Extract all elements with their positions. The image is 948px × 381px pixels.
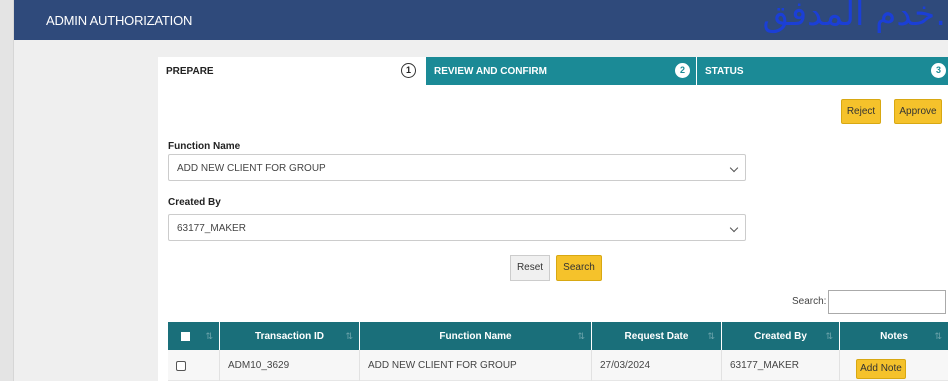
cell-text: ADM10_3629 (228, 360, 290, 371)
function-name-selected-value: ADD NEW CLIENT FOR GROUP (177, 163, 326, 174)
top-header-bar: ADMIN AUTHORIZATION خدم المدفق. (14, 0, 948, 40)
step-label: STATUS (705, 66, 744, 77)
cell-created-by: 63177_MAKER (722, 350, 840, 381)
add-note-button[interactable]: Add Note (856, 359, 906, 379)
step-number-badge: 2 (675, 63, 690, 78)
cell-text: 63177_MAKER (730, 360, 799, 371)
reset-button[interactable]: Reset (510, 255, 550, 281)
row-select-cell (168, 350, 220, 381)
row-checkbox[interactable] (176, 361, 186, 371)
sort-icon: ⇅ (345, 331, 353, 341)
search-button[interactable]: Search (556, 255, 602, 281)
cell-transaction-id: ADM10_3629 (220, 350, 360, 381)
cell-text: ADD NEW CLIENT FOR GROUP (368, 360, 517, 371)
column-title: Transaction ID (255, 331, 324, 342)
step-wizard: PREPARE 1 REVIEW AND CONFIRM 2 STATUS 3 (158, 57, 948, 85)
column-header-function-name[interactable]: Function Name ⇅ (360, 322, 592, 350)
authorization-panel: PREPARE 1 REVIEW AND CONFIRM 2 STATUS 3 … (158, 57, 948, 381)
created-by-label: Created By (168, 197, 221, 208)
chevron-down-icon (729, 163, 739, 173)
created-by-selected-value: 63177_MAKER (177, 223, 246, 234)
created-by-select[interactable]: 63177_MAKER (168, 214, 746, 241)
step-prepare[interactable]: PREPARE 1 (158, 57, 426, 85)
step-label: PREPARE (166, 66, 214, 77)
chevron-down-icon (729, 223, 739, 233)
column-title: Function Name (439, 331, 512, 342)
column-header-created-by[interactable]: Created By ⇅ (722, 322, 840, 350)
table-row: ADM10_3629 ADD NEW CLIENT FOR GROUP 27/0… (168, 350, 948, 381)
column-title: Created By (754, 331, 807, 342)
column-title: Request Date (624, 331, 689, 342)
step-status[interactable]: STATUS 3 (696, 57, 948, 85)
table-header: ⇅ Transaction ID ⇅ Function Name ⇅ Reque… (168, 322, 948, 350)
sort-icon: ⇅ (934, 331, 942, 341)
reject-button[interactable]: Reject (841, 99, 881, 124)
cell-request-date: 27/03/2024 (592, 350, 722, 381)
column-title: Notes (880, 331, 908, 342)
sort-icon: ⇅ (825, 331, 833, 341)
step-review-and-confirm[interactable]: REVIEW AND CONFIRM 2 (426, 57, 696, 85)
step-label: REVIEW AND CONFIRM (434, 66, 547, 77)
step-number-badge: 1 (401, 63, 416, 78)
select-all-header: ⇅ (168, 322, 220, 350)
table-search-label: Search: (792, 296, 827, 307)
cell-function-name: ADD NEW CLIENT FOR GROUP (360, 350, 592, 381)
step-number-badge: 3 (931, 63, 946, 78)
sort-icon[interactable]: ⇅ (205, 331, 213, 342)
column-header-notes[interactable]: Notes ⇅ (840, 322, 948, 350)
cell-text: 27/03/2024 (600, 360, 651, 371)
column-header-transaction-id[interactable]: Transaction ID ⇅ (220, 322, 360, 350)
function-name-label: Function Name (168, 141, 241, 152)
left-edge-strip (0, 0, 14, 381)
table-search-input[interactable] (828, 290, 946, 314)
select-all-checkbox[interactable] (181, 332, 190, 341)
function-name-select[interactable]: ADD NEW CLIENT FOR GROUP (168, 154, 746, 181)
approve-button[interactable]: Approve (894, 99, 942, 124)
overlay-arabic-text: خدم المدفق. (762, 0, 946, 34)
column-header-request-date[interactable]: Request Date ⇅ (592, 322, 722, 350)
sort-icon: ⇅ (707, 331, 715, 341)
page-title: ADMIN AUTHORIZATION (46, 13, 193, 28)
sort-icon: ⇅ (577, 331, 585, 341)
